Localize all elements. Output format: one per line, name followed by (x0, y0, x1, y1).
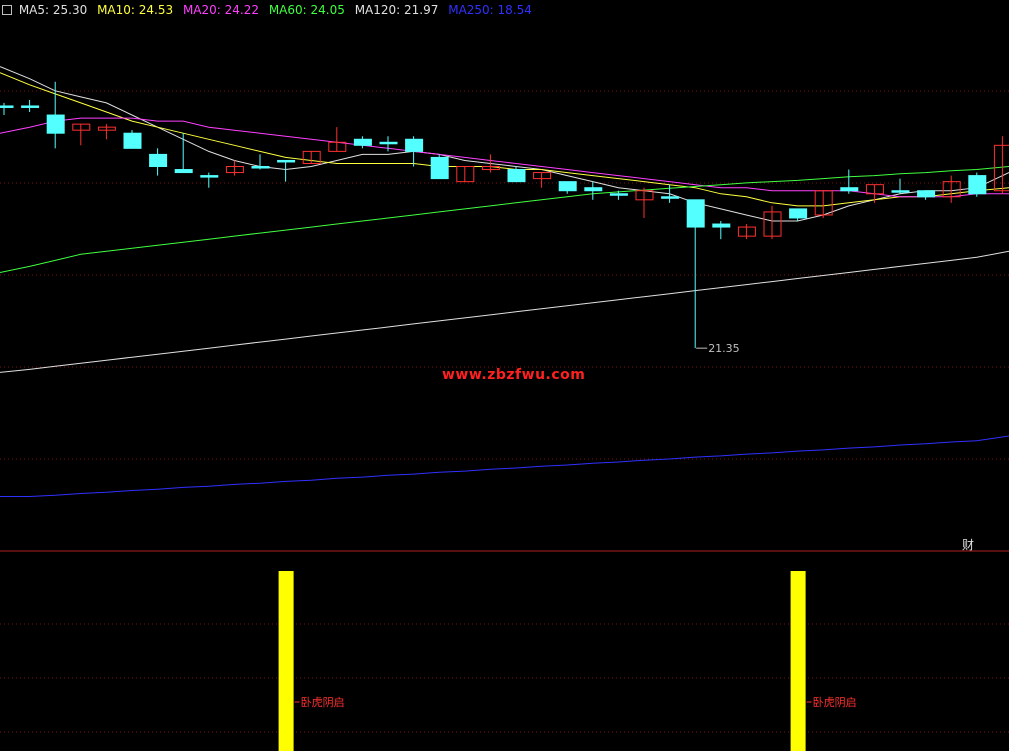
signal-label: 卧虎阴启 (301, 696, 345, 709)
signal-bar (790, 571, 806, 751)
candle-body (251, 166, 270, 169)
candle-body (353, 138, 372, 146)
low-marker-label: 21.35 (708, 342, 740, 355)
legend-toggle-icon[interactable] (2, 5, 12, 15)
candle-body (46, 114, 65, 134)
candle-body (917, 190, 936, 198)
candle-body (789, 208, 808, 219)
candle-body (558, 181, 577, 192)
legend-ma5: MA5: 25.30 (18, 3, 88, 17)
candle-body (174, 169, 193, 174)
candle-body (891, 190, 910, 193)
candle-body (584, 187, 603, 192)
candle-body (712, 223, 731, 228)
candle-body (609, 193, 628, 196)
candle-body (968, 175, 987, 195)
legend-ma10: MA10: 24.53 (97, 3, 174, 17)
ma60-line (0, 166, 1009, 273)
candle-body (661, 196, 680, 199)
candle-body (0, 105, 14, 108)
candle-body (430, 156, 449, 180)
ma5-line (0, 66, 1009, 222)
candle-body (379, 141, 398, 145)
candle-body (686, 199, 705, 228)
ma250-line (0, 435, 1009, 497)
ma10-line (0, 72, 1009, 207)
candle-body (123, 132, 142, 149)
candle-body (507, 169, 526, 183)
legend-ma250: MA250: 18.54 (448, 3, 532, 17)
ma-legend: MA5: 25.30 MA10: 24.53 MA20: 24.22 MA60:… (2, 3, 538, 17)
candle-body (21, 105, 40, 108)
candle-body (200, 175, 219, 178)
legend-ma120: MA120: 21.97 (354, 3, 439, 17)
candle-body (405, 138, 424, 152)
candle-body (149, 153, 168, 168)
ma120-line (0, 250, 1009, 373)
candle-body (277, 159, 296, 163)
finance-button[interactable]: 财 (962, 536, 974, 553)
signal-label: 卧虎阴启 (813, 696, 857, 709)
watermark: www.zbzfwu.com (442, 367, 586, 383)
legend-ma20: MA20: 24.22 (182, 3, 259, 17)
candle-body (840, 187, 859, 192)
signal-bar (278, 571, 294, 751)
legend-ma60: MA60: 24.05 (268, 3, 345, 17)
